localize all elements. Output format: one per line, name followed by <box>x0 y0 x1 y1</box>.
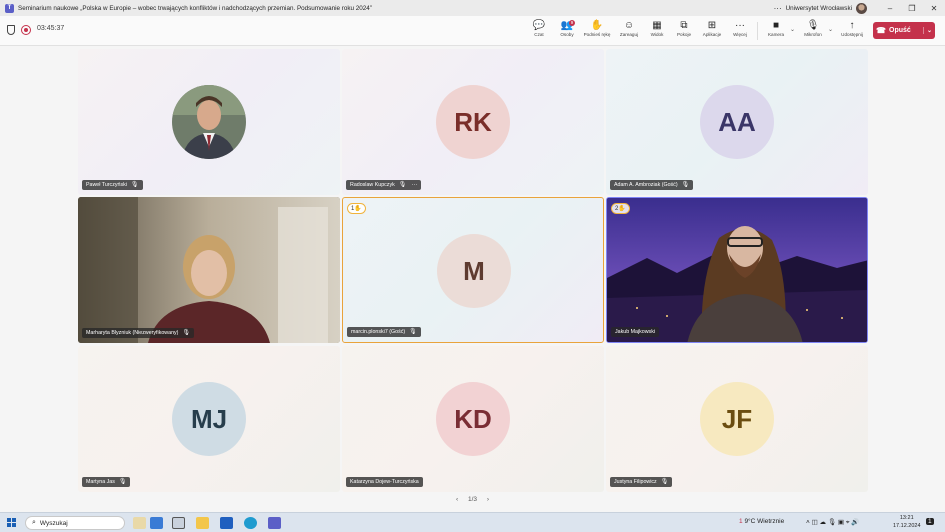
raise-hand-button[interactable]: ✋ Podnieś rękę <box>583 19 611 43</box>
participant-tile[interactable]: Marharyta Blyzniuk (Niezweryfikowany) 🎙 <box>78 197 340 343</box>
camera-button[interactable]: ■ Kamera <box>762 19 790 43</box>
participant-name: Radoslaw Kupczyk 🎙 ··· <box>346 180 422 190</box>
participant-name: Martyna Jas 🎙 <box>82 477 131 487</box>
view-button[interactable]: ▦ Widok <box>643 19 671 43</box>
mic-off-icon: 🎙 <box>660 479 669 485</box>
user-avatar[interactable] <box>856 2 867 14</box>
previous-page-button[interactable]: ‹ <box>456 496 458 503</box>
close-window-button[interactable]: ✕ <box>923 4 945 13</box>
title-more-button[interactable]: ··· <box>770 4 786 13</box>
people-count-badge: 9 <box>569 20 575 26</box>
minimize-button[interactable]: – <box>879 4 901 13</box>
phone-icon: ☎ <box>876 26 886 35</box>
apps-button[interactable]: ⊞ Aplikacje <box>698 19 726 43</box>
people-icon: 👥 <box>560 20 574 31</box>
mic-off-icon: 🎙 <box>398 182 407 188</box>
participant-name: marcin.plonski7 (Gość) 🎙 <box>347 327 421 337</box>
smiley-icon: ☺ <box>623 20 635 31</box>
chat-icon: 💬 <box>532 20 546 31</box>
participant-name: Justyna Filipowicz 🎙 <box>610 477 673 487</box>
page-indicator: 1/3 <box>467 496 478 503</box>
weather-alert-badge: 1 <box>739 518 743 525</box>
edge-icon[interactable] <box>244 517 257 529</box>
participant-tile[interactable]: AA Adam A. Ambroziak (Gość) 🎙 <box>606 49 868 195</box>
meeting-toolbar: 03:45:37 💬 Czat 👥 9 Osoby ✋ Podnieś rękę… <box>0 16 945 46</box>
system-tray-icons[interactable]: ˄ ◫ ☁ 🎙 ▣ ⌖ 🔊 <box>806 518 859 527</box>
mic-off-icon: 🎙 <box>806 20 820 31</box>
hand-icon: ✋ <box>590 20 604 31</box>
leave-button[interactable]: ☎ Opuść ⌄ <box>873 22 935 39</box>
participant-menu-button[interactable]: ··· <box>411 180 417 190</box>
gallery-pager: ‹ 1/3 › <box>0 496 945 503</box>
search-icon: ⌕ <box>32 519 36 526</box>
react-button[interactable]: ☺ Zareaguj <box>615 19 643 43</box>
participant-tile[interactable]: KD Katarzyna Dojew-Turczyńska <box>342 346 604 492</box>
raised-hand-indicator: 1✋ <box>347 203 366 214</box>
more-icon: ··· <box>735 20 745 31</box>
taskbar-search-input[interactable]: ⌕ Wyszukaj <box>25 516 125 530</box>
participant-name: Katarzyna Dojew-Turczyńska <box>346 477 423 487</box>
participant-tile[interactable]: JF Justyna Filipowicz 🎙 <box>606 346 868 492</box>
participant-tile[interactable]: MJ Martyna Jas 🎙 <box>78 346 340 492</box>
participant-tile[interactable]: RK Radoslaw Kupczyk 🎙 ··· <box>342 49 604 195</box>
taskbar-clock[interactable]: 13:21 17.12.2024 <box>893 514 921 530</box>
profile-photo <box>172 85 246 159</box>
grid-icon: ▦ <box>652 20 662 31</box>
share-button[interactable]: ↑ Udostępnij <box>838 19 866 43</box>
raised-hand-indicator: 2✋ <box>611 203 630 214</box>
task-view-icon[interactable] <box>172 517 185 529</box>
weather-widget[interactable]: 1 9°C Wietrznie <box>739 518 784 525</box>
teams-icon: T <box>5 3 14 13</box>
video-feed <box>607 198 867 342</box>
mic-off-icon: 🎙 <box>130 182 139 188</box>
initials-avatar: RK <box>436 85 510 159</box>
initials-avatar: MJ <box>172 382 246 456</box>
video-feed <box>78 197 340 343</box>
windows-taskbar: ⌕ Wyszukaj 1 9°C Wietrznie ˄ ◫ ☁ 🎙 ▣ ⌖ 🔊… <box>0 512 945 532</box>
microphone-button[interactable]: 🎙 Mikrofon <box>799 19 827 43</box>
outlook-icon[interactable] <box>220 517 233 529</box>
mic-off-icon: 🎙 <box>681 182 690 188</box>
initials-avatar: M <box>437 234 511 308</box>
share-icon: ↑ <box>849 20 855 31</box>
people-button[interactable]: 👥 9 Osoby <box>553 19 581 43</box>
next-page-button[interactable]: › <box>487 496 489 503</box>
leave-options-caret[interactable]: ⌄ <box>923 27 935 34</box>
chat-button[interactable]: 💬 Czat <box>525 19 553 43</box>
apps-icon: ⊞ <box>707 20 717 31</box>
participant-name: Adam A. Ambroziak (Gość) 🎙 <box>610 180 694 190</box>
restore-button[interactable]: ❐ <box>901 4 923 13</box>
participant-tile[interactable]: Paweł Turczyński 🎙 <box>78 49 340 195</box>
mic-off-icon: 🎙 <box>118 479 127 485</box>
participant-tile[interactable]: 2✋ Jakub Majkowski <box>606 197 868 343</box>
participant-name: Marharyta Blyzniuk (Niezweryfikowany) 🎙 <box>82 328 195 338</box>
teams-taskbar-icon[interactable] <box>268 517 281 529</box>
initials-avatar: AA <box>700 85 774 159</box>
camera-off-icon: ■ <box>772 20 780 31</box>
shield-icon[interactable] <box>7 25 15 35</box>
rooms-button[interactable]: ⧉ Pokoje <box>670 19 698 43</box>
toolbar-divider <box>757 22 758 40</box>
rooms-icon: ⧉ <box>680 20 688 31</box>
copilot-icon[interactable] <box>150 517 163 529</box>
search-highlight-icon <box>133 517 146 529</box>
title-bar: T Seminarium naukowe „Polska w Europie –… <box>0 0 945 16</box>
participant-tile[interactable]: 1✋ M marcin.plonski7 (Gość) 🎙 <box>342 197 604 343</box>
window-title: Seminarium naukowe „Polska w Europie – w… <box>18 4 372 12</box>
notification-icon[interactable]: 1 <box>926 518 934 525</box>
mic-off-icon: 🎙 <box>182 330 191 336</box>
file-explorer-icon[interactable] <box>196 517 209 529</box>
windows-start-icon[interactable] <box>7 518 17 528</box>
organization-name: Uniwersytet Wrocławski <box>785 4 852 12</box>
participant-name: Jakub Majkowski <box>611 327 660 337</box>
recording-icon <box>21 25 31 35</box>
initials-avatar: JF <box>700 382 774 456</box>
more-button[interactable]: ··· Więcej <box>726 19 754 43</box>
initials-avatar: KD <box>436 382 510 456</box>
mic-off-icon: 🎙 <box>409 329 417 335</box>
participant-name: Paweł Turczyński 🎙 <box>82 180 143 190</box>
meeting-timer: 03:45:37 <box>37 25 65 32</box>
